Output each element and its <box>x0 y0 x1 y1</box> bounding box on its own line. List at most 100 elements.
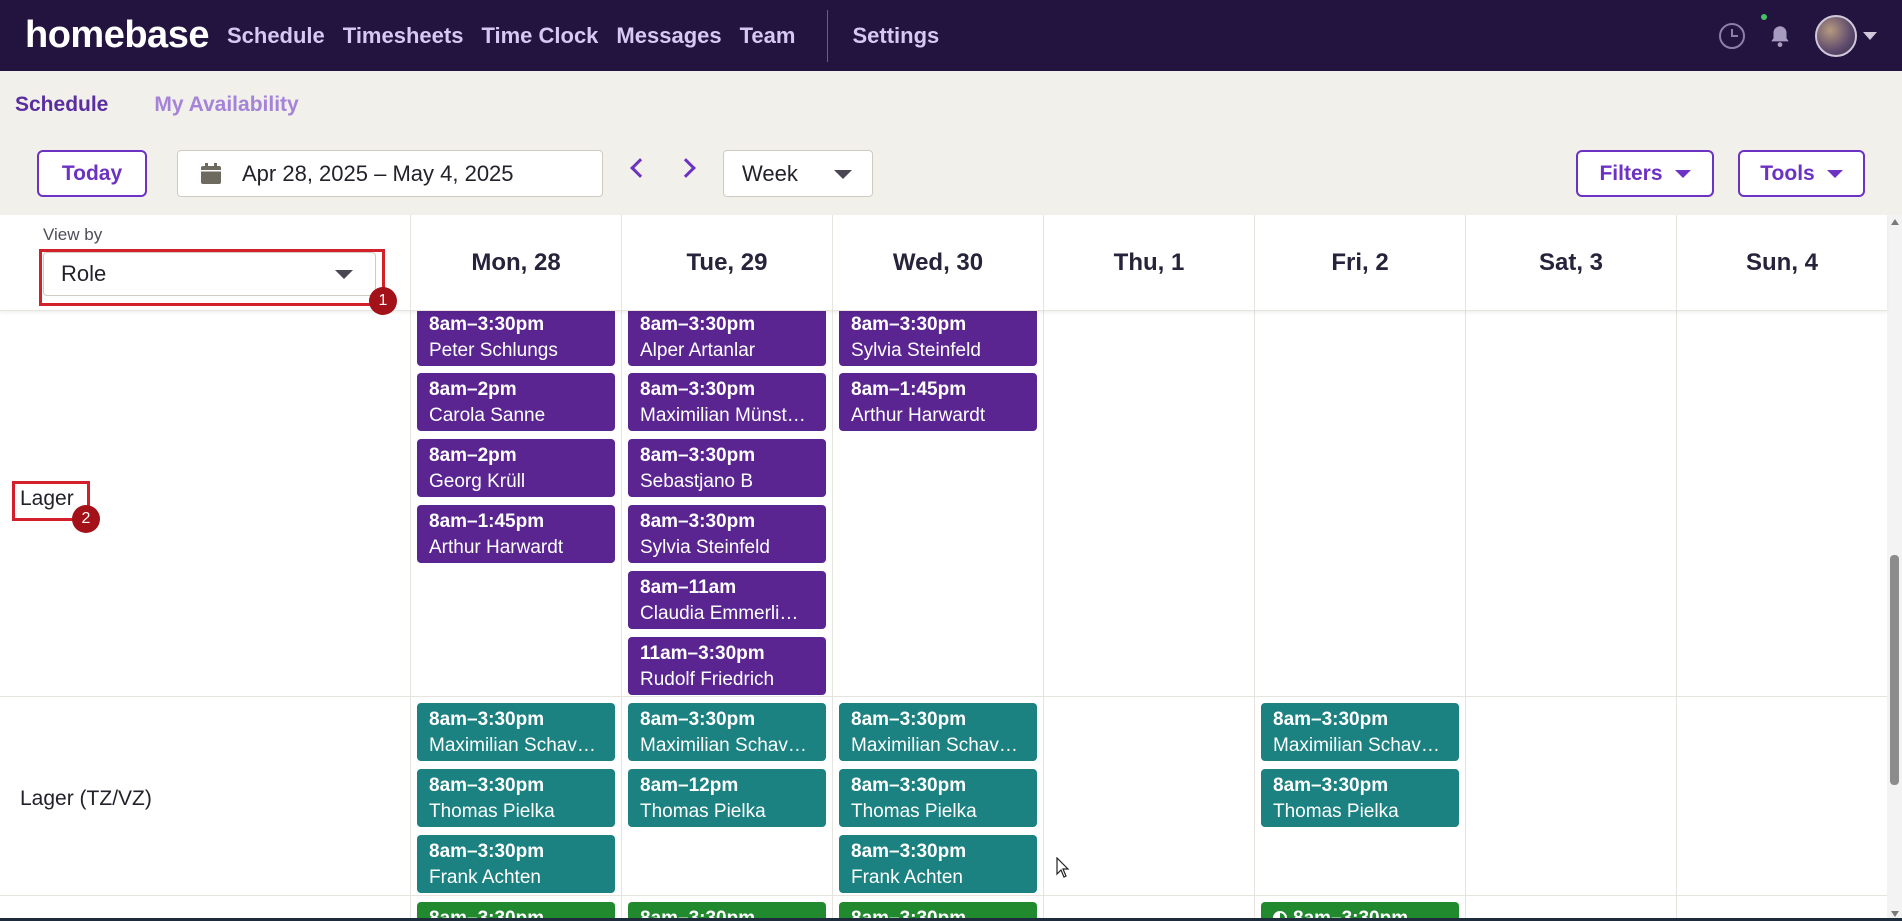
shift-employee: Frank Achten <box>429 867 541 888</box>
bell-icon[interactable] <box>1767 23 1793 49</box>
schedule-toolbar: Today Apr 28, 2025 – May 4, 2025 Week Fi… <box>0 139 1902 215</box>
shift-employee: Georg Krüll <box>429 471 526 492</box>
column-divider <box>1465 311 1466 921</box>
chevron-down-icon[interactable] <box>1863 31 1877 40</box>
shift-time: 8am–3:30pm <box>640 314 756 335</box>
shift-card[interactable]: 8am–3:30pm Thomas Pielka <box>417 769 615 827</box>
shift-card[interactable]: 8am–3:30pm Peter Schlungs <box>417 311 615 366</box>
calendar-icon <box>201 162 221 184</box>
tools-button[interactable]: Tools <box>1738 150 1865 197</box>
nav-messages[interactable]: Messages <box>616 23 721 49</box>
shift-card[interactable]: 8am–3:30pm Frank Achten <box>417 835 615 893</box>
shift-card[interactable]: 8am–3:30pm Thomas Pielka <box>839 769 1037 827</box>
nav-schedule[interactable]: Schedule <box>227 23 325 49</box>
shift-card[interactable]: 8am–3:30pm Maximilian Münst… <box>628 373 826 431</box>
row-divider <box>0 696 1887 697</box>
shift-card[interactable]: 11am–3:30pm Rudolf Friedrich <box>628 637 826 695</box>
day-header-tue: Tue, 29 <box>621 215 832 311</box>
date-range-picker[interactable]: Apr 28, 2025 – May 4, 2025 <box>177 150 603 197</box>
shift-employee: Sylvia Steinfeld <box>640 537 770 558</box>
scrollbar-thumb[interactable] <box>1890 555 1899 785</box>
shift-employee: Thomas Pielka <box>640 801 766 822</box>
shift-time: 8am–3:30pm <box>851 841 967 862</box>
shift-employee: Rudolf Friedrich <box>640 669 775 690</box>
shift-time: 8am–11am <box>640 577 737 598</box>
shift-employee: Frank Achten <box>851 867 963 888</box>
shift-card[interactable]: 8am–3:30pm Frank Achten <box>839 835 1037 893</box>
shift-employee: Claudia Emmerli… <box>640 603 799 624</box>
day-header-thu: Thu, 1 <box>1043 215 1254 311</box>
shift-employee: Thomas Pielka <box>1273 801 1399 822</box>
day-header-wed: Wed, 30 <box>832 215 1043 311</box>
shift-employee: Sylvia Steinfeld <box>851 340 981 361</box>
nav-time-clock[interactable]: Time Clock <box>481 23 598 49</box>
shift-employee: Arthur Harwardt <box>429 537 564 558</box>
shift-time: 8am–2pm <box>429 445 517 466</box>
shift-card[interactable]: 8am–1:45pm Arthur Harwardt <box>839 373 1037 431</box>
shift-card[interactable]: 8am–3:30pm Maximilian Schav… <box>839 703 1037 761</box>
annotation-box-1 <box>39 249 385 306</box>
sub-nav: Schedule My Availability <box>0 71 1902 139</box>
filters-button[interactable]: Filters <box>1576 150 1714 197</box>
shift-time: 8am–3:30pm <box>429 841 545 862</box>
day-header-mon: Mon, 28 <box>410 215 621 311</box>
column-divider <box>621 311 622 921</box>
today-button[interactable]: Today <box>37 150 147 197</box>
nav-right <box>1719 0 1877 71</box>
shift-card[interactable]: 8am–1:45pm Arthur Harwardt <box>417 505 615 563</box>
next-week-arrow-icon[interactable] <box>676 158 696 178</box>
shift-employee: Maximilian Münst… <box>640 405 806 426</box>
shift-card[interactable]: 8am–3:30pm Sylvia Steinfeld <box>839 311 1037 366</box>
period-select[interactable]: Week <box>723 150 873 197</box>
shift-employee: Maximilian Schav… <box>1273 735 1440 756</box>
shift-card[interactable]: 8am–11am Claudia Emmerli… <box>628 571 826 629</box>
shift-time: 11am–3:30pm <box>640 643 765 664</box>
shift-employee: Maximilian Schav… <box>640 735 807 756</box>
shift-card[interactable]: 8am–3:30pm Maximilian Schav… <box>417 703 615 761</box>
shift-employee: Thomas Pielka <box>429 801 555 822</box>
avatar[interactable] <box>1815 14 1857 57</box>
online-status-dot <box>1761 14 1767 20</box>
previous-week-arrow-icon[interactable] <box>630 158 650 178</box>
chevron-down-icon <box>1674 169 1691 178</box>
shift-time: 8am–3:30pm <box>640 709 756 730</box>
clock-icon[interactable] <box>1719 22 1745 49</box>
chevron-down-icon <box>1826 169 1843 178</box>
date-range-text: Apr 28, 2025 – May 4, 2025 <box>242 160 514 186</box>
homebase-logo[interactable]: homebase <box>25 14 209 57</box>
scroll-down-arrow-icon[interactable] <box>1891 911 1899 917</box>
shift-employee: Arthur Harwardt <box>851 405 986 426</box>
tab-my-availability[interactable]: My Availability <box>154 93 298 117</box>
nav-team[interactable]: Team <box>740 23 796 49</box>
shift-card[interactable]: 8am–3:30pm Maximilian Schav… <box>1261 703 1459 761</box>
annotation-badge-2: 2 <box>72 505 100 533</box>
shift-card[interactable]: 8am–12pm Thomas Pielka <box>628 769 826 827</box>
shift-time: 8am–3:30pm <box>640 445 756 466</box>
annotation-badge-1: 1 <box>369 287 397 315</box>
mouse-cursor-icon <box>1056 857 1070 878</box>
column-divider <box>1043 311 1044 921</box>
shift-employee: Sebastjano B <box>640 471 754 492</box>
shift-time: 8am–3:30pm <box>640 379 756 400</box>
shift-time: 8am–3:30pm <box>429 775 545 796</box>
period-select-value: Week <box>742 160 798 186</box>
column-divider <box>832 311 833 921</box>
shift-card[interactable]: 8am–3:30pm Maximilian Schav… <box>628 703 826 761</box>
shift-time: 8am–3:30pm <box>429 314 545 335</box>
shift-card[interactable]: 8am–3:30pm Alper Artanlar <box>628 311 826 366</box>
nav-settings[interactable]: Settings <box>852 23 939 49</box>
shift-card[interactable]: 8am–3:30pm Sylvia Steinfeld <box>628 505 826 563</box>
shift-card[interactable]: 8am–3:30pm Thomas Pielka <box>1261 769 1459 827</box>
scroll-up-arrow-icon[interactable] <box>1891 219 1899 225</box>
shift-card[interactable]: 8am–2pm Carola Sanne <box>417 373 615 431</box>
column-divider <box>410 311 411 921</box>
day-header-sun: Sun, 4 <box>1676 215 1887 311</box>
tab-schedule[interactable]: Schedule <box>15 93 108 117</box>
nav-timesheets[interactable]: Timesheets <box>343 23 464 49</box>
day-header-fri: Fri, 2 <box>1254 215 1465 311</box>
shift-card[interactable]: 8am–3:30pm Sebastjano B <box>628 439 826 497</box>
shift-employee: Peter Schlungs <box>429 340 558 361</box>
vertical-scrollbar[interactable] <box>1887 215 1902 921</box>
shift-card[interactable]: 8am–2pm Georg Krüll <box>417 439 615 497</box>
shift-time: 8am–2pm <box>429 379 517 400</box>
